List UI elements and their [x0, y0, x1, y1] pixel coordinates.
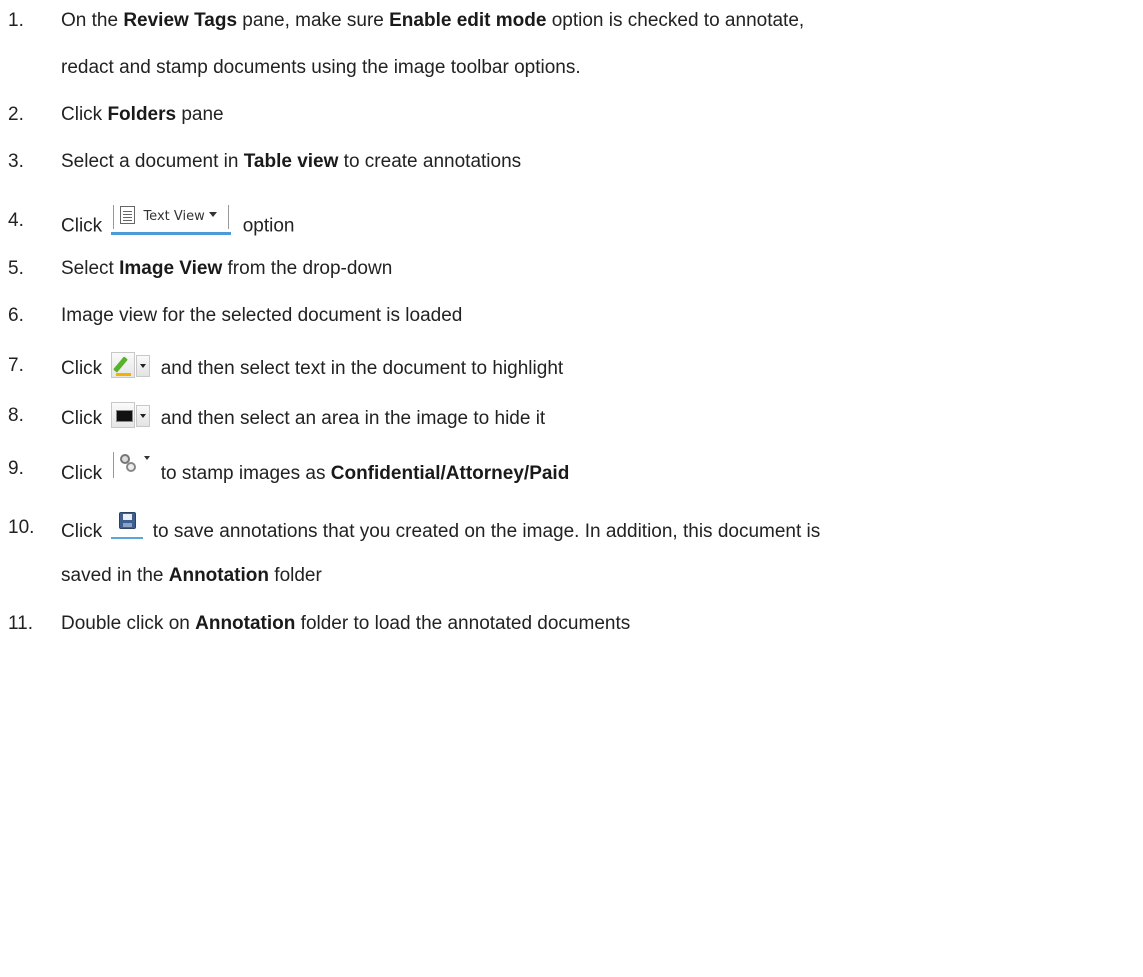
instruction-document: 1. On the Review Tags pane, make sure En… — [8, 10, 821, 634]
stamp-button[interactable] — [111, 450, 151, 482]
page-icon — [120, 206, 136, 224]
ui-term-annotation: Annotation — [195, 613, 296, 634]
text-view-button[interactable]: Text View — [111, 202, 232, 235]
step-number: 6. — [8, 305, 24, 326]
step-number: 9. — [8, 458, 24, 479]
step-number: 1. — [8, 10, 24, 31]
chevron-down-icon — [209, 212, 218, 217]
text-view-label: Text View — [143, 209, 205, 224]
step-number: 11. — [8, 613, 34, 634]
floppy-disk-icon — [119, 512, 137, 529]
save-button[interactable] — [111, 509, 144, 539]
highlight-button[interactable] — [111, 352, 151, 380]
chevron-down-icon — [144, 456, 151, 460]
redact-button[interactable] — [111, 402, 151, 430]
step-number: 10. — [8, 517, 35, 538]
ui-term-enable-edit-mode: Enable edit mode — [389, 10, 547, 31]
step-10-continuation: saved in the Annotation folder — [61, 565, 322, 586]
step-1-continuation: redact and stamp documents using the ima… — [61, 57, 581, 78]
ui-term-table-view: Table view — [243, 151, 339, 172]
step-number: 8. — [8, 405, 24, 426]
ui-term-annotation: Annotation — [168, 565, 270, 586]
ui-term-folders: Folders — [107, 104, 177, 125]
step-number: 4. — [8, 210, 24, 231]
step-number: 2. — [8, 104, 24, 125]
chevron-down-icon[interactable] — [136, 405, 151, 427]
step-number: 3. — [8, 151, 24, 172]
ui-term-confidential-attorney-paid: Confidential/Attorney/Paid — [330, 463, 570, 485]
chevron-down-icon[interactable] — [136, 355, 151, 377]
highlighter-icon — [113, 356, 129, 373]
step-number: 5. — [8, 258, 24, 279]
ui-term-image-view: Image View — [119, 258, 223, 279]
step-number: 7. — [8, 355, 24, 376]
ui-term-review-tags: Review Tags — [123, 10, 238, 31]
redact-icon — [116, 410, 134, 422]
